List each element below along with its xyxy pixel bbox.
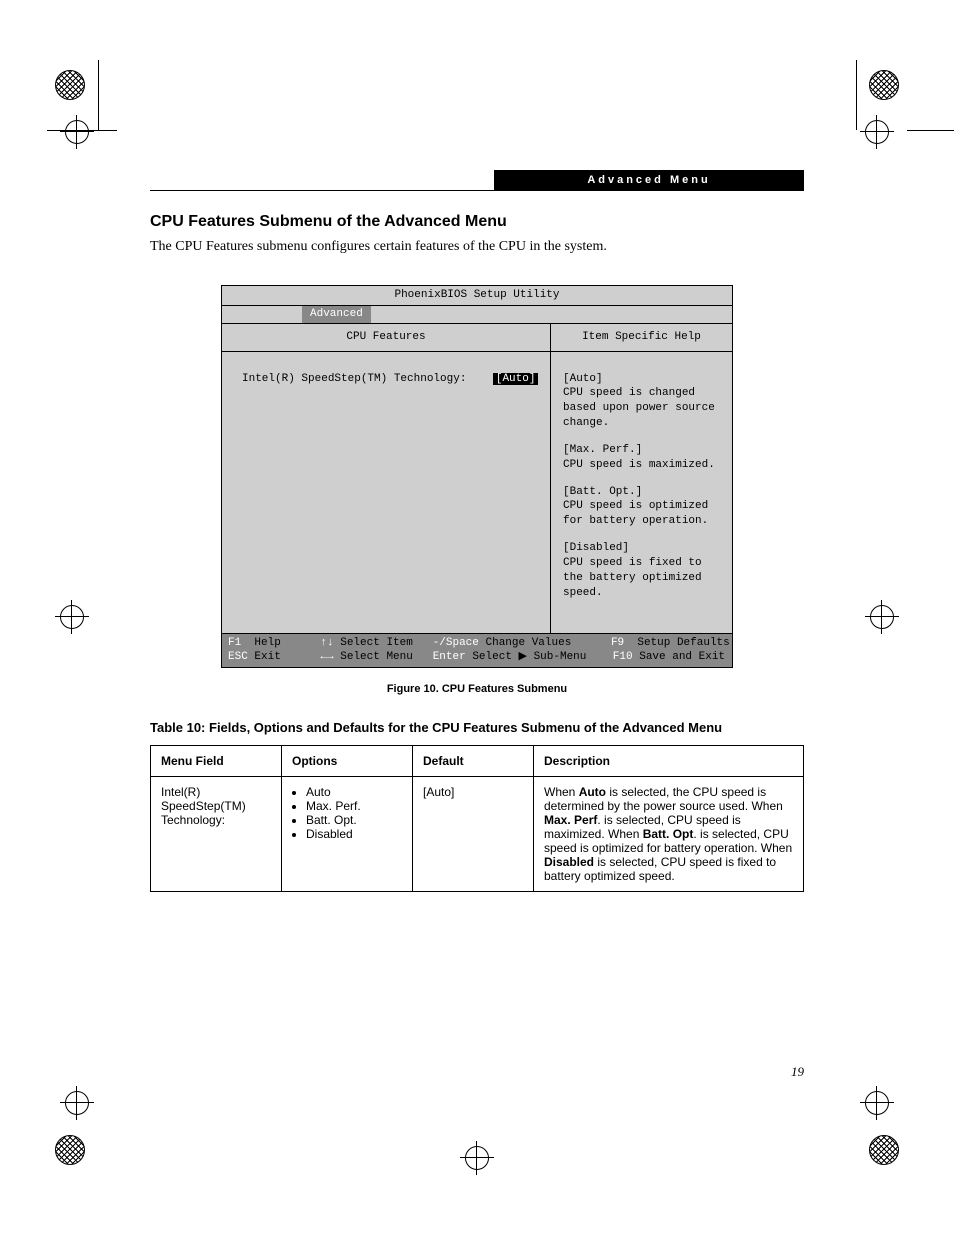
cell-default: [Auto] (413, 777, 534, 892)
bios-help-body: CPU speed is optimized for battery opera… (563, 499, 720, 529)
section-title: CPU Features Submenu of the Advanced Men… (150, 213, 804, 231)
bios-help-content: [Auto] CPU speed is changed based upon p… (551, 352, 732, 633)
registration-icon (865, 1091, 889, 1115)
printer-mark-icon (869, 1135, 899, 1165)
registration-icon (65, 1091, 89, 1115)
option-item: Max. Perf. (306, 799, 402, 813)
cell-description: When Auto is selected, the CPU speed is … (534, 777, 804, 892)
table-row: Intel(R) SpeedStep(TM) Technology: Auto … (151, 777, 804, 892)
figure-caption: Figure 10. CPU Features Submenu (150, 683, 804, 695)
printer-mark-icon (55, 1135, 85, 1165)
bios-field-row: Intel(R) SpeedStep(TM) Technology: [Auto… (242, 372, 538, 387)
header-breadcrumb: Advanced Menu (494, 170, 804, 190)
bios-bottom-bar: F1 Help ↑↓ Select Item -/Space Change Va… (222, 634, 732, 668)
bios-tab-advanced: Advanced (302, 306, 371, 323)
table-title: Table 10: Fields, Options and Defaults f… (150, 720, 804, 735)
bios-help-body: CPU speed is fixed to the battery optimi… (563, 556, 720, 601)
bios-help-head: [Batt. Opt.] (563, 485, 720, 500)
cell-menu-field: Intel(R) SpeedStep(TM) Technology: (151, 777, 282, 892)
bios-screenshot: PhoenixBIOS Setup Utility Advanced CPU F… (221, 285, 733, 668)
bios-help-body: CPU speed is changed based upon power so… (563, 386, 720, 431)
bios-field-value: [Auto] (493, 373, 539, 385)
options-table: Menu Field Options Default Description I… (150, 745, 804, 892)
bios-help-head: [Auto] (563, 372, 720, 387)
option-item: Batt. Opt. (306, 813, 402, 827)
option-item: Auto (306, 785, 402, 799)
bios-right-header: Item Specific Help (551, 324, 732, 352)
section-intro: The CPU Features submenu configures cert… (150, 239, 804, 255)
th-description: Description (534, 746, 804, 777)
page-number: 19 (791, 1064, 804, 1080)
bios-help-head: [Max. Perf.] (563, 443, 720, 458)
registration-icon (465, 1146, 489, 1170)
th-default: Default (413, 746, 534, 777)
th-options: Options (282, 746, 413, 777)
bios-left-header: CPU Features (222, 324, 550, 352)
bios-title: PhoenixBIOS Setup Utility (222, 286, 732, 306)
bios-help-head: [Disabled] (563, 541, 720, 556)
bios-field-label: Intel(R) SpeedStep(TM) Technology: (242, 373, 466, 385)
cell-options: Auto Max. Perf. Batt. Opt. Disabled (282, 777, 413, 892)
bios-tab-row: Advanced (222, 306, 732, 324)
option-item: Disabled (306, 827, 402, 841)
bios-help-body: CPU speed is maximized. (563, 458, 720, 473)
divider (150, 190, 804, 191)
th-menu-field: Menu Field (151, 746, 282, 777)
table-header-row: Menu Field Options Default Description (151, 746, 804, 777)
